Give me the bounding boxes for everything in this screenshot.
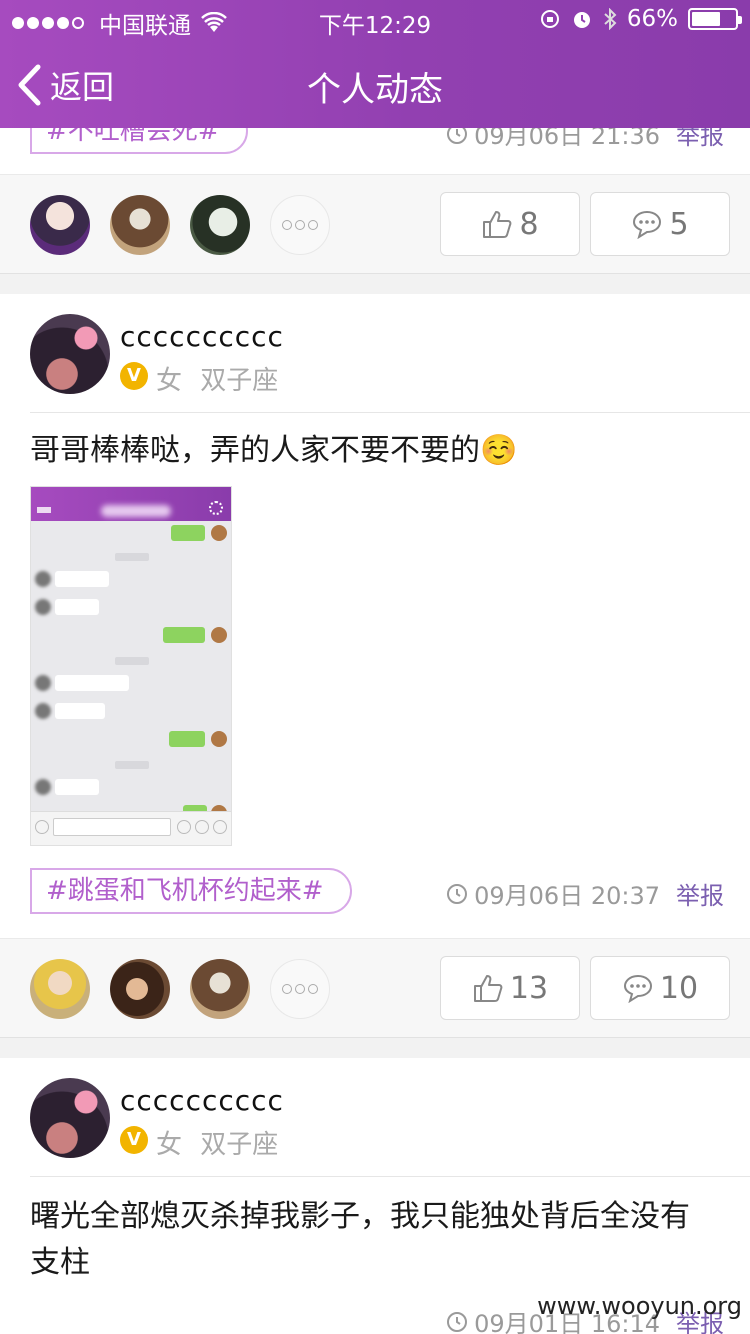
- more-likers-button[interactable]: [270, 959, 330, 1019]
- liker-avatar[interactable]: [110, 195, 170, 255]
- alarm-icon: [573, 12, 590, 28]
- username[interactable]: cccccccccc: [120, 320, 284, 353]
- navbar: 返回 个人动态: [0, 40, 750, 128]
- rotation-lock-icon: [540, 10, 559, 28]
- avatar[interactable]: [30, 314, 110, 394]
- username[interactable]: cccccccccc: [120, 1084, 284, 1117]
- status-bar: 中国联通 下午12:29 66%: [0, 0, 750, 40]
- more-likers-button[interactable]: [270, 195, 330, 255]
- header: 中国联通 下午12:29 66% 返回 个人动态: [0, 0, 750, 128]
- like-count: 8: [519, 206, 539, 242]
- comment-button[interactable]: 10: [590, 956, 730, 1020]
- comment-bubble-icon: [623, 974, 652, 1003]
- comment-count: 10: [659, 970, 699, 1006]
- post-actions: 13 10: [0, 938, 750, 1038]
- user-info: 女 双子座: [156, 1124, 278, 1161]
- divider: [30, 1176, 750, 1177]
- comment-bubble-icon: [633, 210, 662, 239]
- post-image[interactable]: [30, 486, 232, 846]
- liker-avatar[interactable]: [30, 195, 90, 255]
- user-gender: 女: [156, 1130, 183, 1160]
- thumbs-up-icon: [483, 211, 512, 238]
- battery-icon: [688, 8, 742, 30]
- verified-badge-icon: V: [120, 362, 148, 390]
- bluetooth-icon: [604, 8, 617, 30]
- divider: [30, 412, 750, 413]
- post-time-text: 09月06日 20:37: [474, 882, 660, 910]
- like-button[interactable]: 8: [440, 192, 580, 256]
- verified-badge-icon: V: [120, 1126, 148, 1154]
- battery-percent: 66%: [626, 6, 678, 32]
- post-content: 曙光全部熄灭杀掉我影子，我只能独处背后全没有支柱: [30, 1199, 690, 1280]
- user-gender: 女: [156, 366, 183, 396]
- user-zodiac: 双子座: [200, 366, 279, 396]
- user-info: 女 双子座: [156, 360, 278, 397]
- post-content: 哥哥棒棒哒，弄的人家不要不要的☺️: [30, 433, 518, 468]
- report-link[interactable]: 举报: [676, 876, 724, 911]
- topic-tag[interactable]: #跳蛋和飞机杯约起来#: [30, 868, 352, 914]
- comment-button[interactable]: 5: [590, 192, 730, 256]
- post-time: 09月06日 20:37: [446, 876, 660, 911]
- watermark: www.wooyun.org: [537, 1292, 742, 1320]
- liker-avatar[interactable]: [190, 959, 250, 1019]
- page-title: 个人动态: [307, 70, 443, 110]
- liker-avatar[interactable]: [190, 195, 250, 255]
- post-actions: 8 5: [0, 174, 750, 274]
- liker-avatar[interactable]: [30, 959, 90, 1019]
- avatar[interactable]: [30, 1078, 110, 1158]
- user-zodiac: 双子座: [200, 1130, 279, 1160]
- clock-icon: [447, 883, 468, 904]
- liker-avatar[interactable]: [110, 959, 170, 1019]
- thumbs-up-icon: [473, 975, 503, 1002]
- clock-icon: [447, 1311, 468, 1332]
- comment-count: 5: [669, 206, 689, 242]
- like-button[interactable]: 13: [440, 956, 580, 1020]
- like-count: 13: [509, 970, 549, 1006]
